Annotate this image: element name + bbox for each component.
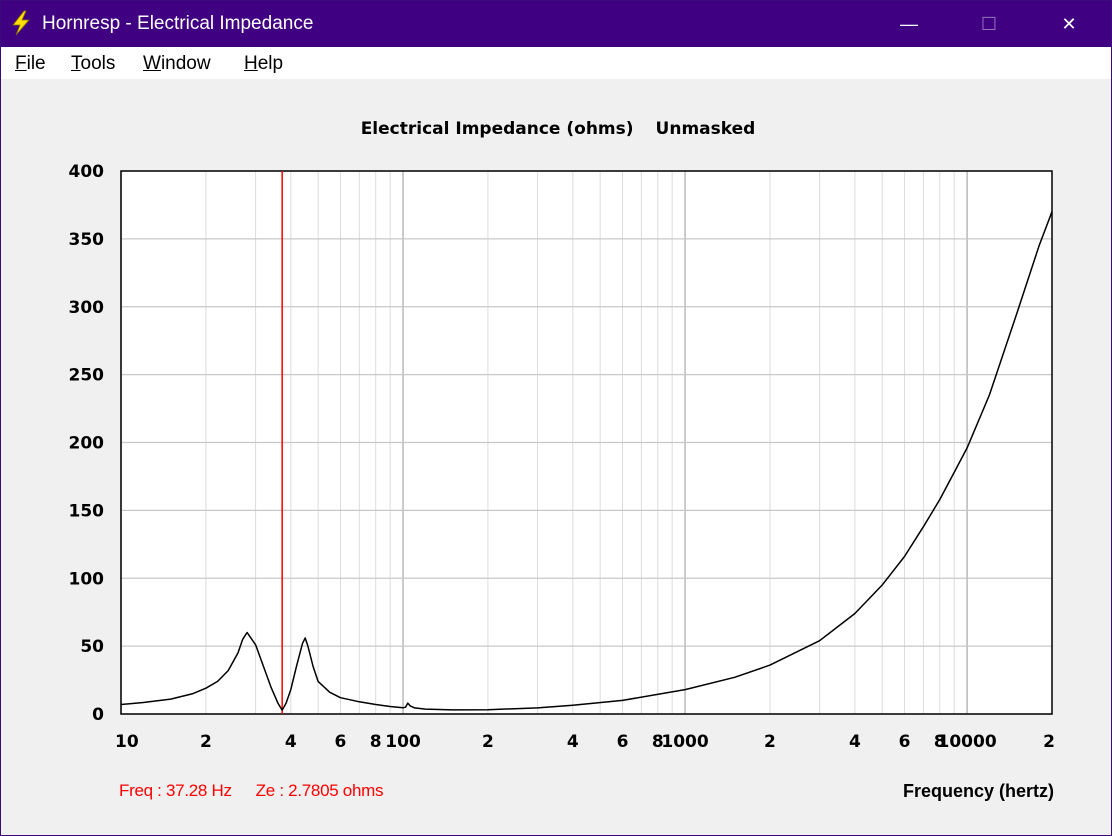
freq-readout: Freq : 37.28 Hz — [119, 781, 232, 800]
hornresp-window: Hornresp - Electrical Impedance — ☐ ✕ Fi… — [0, 0, 1112, 836]
y-tick-label: 50 — [80, 637, 104, 657]
impedance-readout: Ze : 2.7805 ohms — [255, 781, 384, 800]
chart-mode-text: Unmasked — [656, 119, 756, 139]
menu-window-label: indow — [160, 53, 211, 74]
close-button[interactable]: ✕ — [1029, 1, 1109, 47]
menu-file-accel: F — [15, 53, 27, 74]
x-tick-label: 2 — [482, 732, 494, 752]
chart-title: Electrical Impedance (ohms) Unmasked — [361, 119, 756, 139]
maximize-button[interactable]: ☐ — [949, 1, 1029, 47]
menu-window[interactable]: Window — [143, 53, 211, 75]
menu-tools[interactable]: Tools — [71, 53, 115, 75]
menu-tools-label: ools — [80, 53, 116, 74]
y-tick-label: 300 — [69, 298, 105, 318]
x-tick-label: 10000 — [938, 732, 997, 752]
x-tick-label: 100 — [385, 732, 421, 752]
x-tick-label: 4 — [567, 732, 579, 752]
y-tick-label: 100 — [69, 569, 105, 589]
chart-area: Electrical Impedance (ohms) Unmasked 0 50 1… — [1, 79, 1111, 835]
y-tick-label: 200 — [69, 434, 105, 454]
y-tick-label: 150 — [69, 501, 105, 521]
y-tick-label: 350 — [69, 230, 105, 250]
x-tick-label: 4 — [285, 732, 297, 752]
x-tick-label: 6 — [899, 732, 911, 752]
menu-file[interactable]: File — [15, 53, 46, 75]
x-tick-label: 6 — [617, 732, 629, 752]
minimize-button[interactable]: — — [869, 1, 949, 47]
menu-help-label: elp — [257, 53, 284, 74]
lightning-bolt-icon — [12, 10, 30, 36]
menu-window-accel: W — [143, 53, 161, 74]
menu-help[interactable]: Help — [244, 53, 283, 75]
y-tick-label: 400 — [69, 162, 105, 182]
x-tick-label: 2 — [1043, 732, 1055, 752]
y-tick-labels: 0 50 100 150 200 250 300 350 400 — [69, 162, 105, 725]
menu-help-accel: H — [244, 53, 258, 74]
y-tick-label: 0 — [92, 705, 104, 725]
menu-file-label: ile — [26, 53, 46, 74]
menu-bar: File Tools Window Help — [1, 47, 1111, 79]
x-tick-label: 8 — [370, 732, 382, 752]
impedance-chart[interactable]: Electrical Impedance (ohms) Unmasked 0 50 1… — [1, 79, 1111, 835]
x-tick-label: 4 — [849, 732, 861, 752]
x-tick-label: 1000 — [661, 732, 708, 752]
x-axis-label: Frequency (hertz) — [902, 781, 1054, 801]
menu-tools-accel: T — [71, 53, 81, 74]
title-bar[interactable]: Hornresp - Electrical Impedance — ☐ ✕ — [1, 1, 1111, 47]
chart-title-text: Electrical Impedance (ohms) — [361, 119, 634, 139]
x-tick-label: 2 — [200, 732, 212, 752]
y-tick-label: 250 — [69, 366, 105, 386]
x-tick-label: 2 — [764, 732, 776, 752]
window-title: Hornresp - Electrical Impedance — [42, 13, 314, 34]
cursor-readout: Freq : 37.28 Hz Ze : 2.7805 ohms — [119, 781, 383, 801]
x-tick-labels: 10 2 4 6 8 100 2 4 6 81000 2 4 6 810000 2 — [115, 732, 1055, 752]
x-tick-label: 6 — [335, 732, 347, 752]
x-tick-label: 10 — [115, 732, 139, 752]
